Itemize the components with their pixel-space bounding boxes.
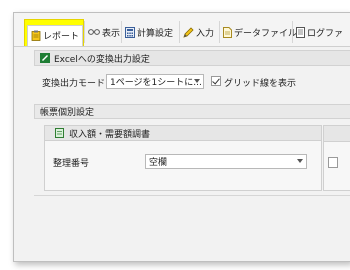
field-select-value: 空欄 [149,158,168,168]
mode-select-value: 1ページを1シートに... [110,78,202,88]
gridlines-checkbox[interactable] [211,76,221,86]
calculator-icon [125,26,135,38]
chevron-down-icon [297,159,303,163]
tab-data-file[interactable]: データファイル [219,21,300,43]
tab-label: 計算設定 [137,28,174,39]
form-icon [55,128,64,138]
field-label: 整理番号 [53,159,90,169]
gridlines-label: グリッド線を表示 [224,79,297,89]
glasses-icon [88,28,100,36]
log-icon [296,26,305,38]
field-select[interactable]: 空欄 [145,154,307,169]
excel-icon [40,53,50,63]
excel-section-header: Excelへの変換出力設定 [34,50,350,66]
tab-label: 表示 [102,28,121,39]
document-icon [223,26,232,38]
form-section-header: 帳票個別設定 [34,104,350,119]
subpanel-header: 収入額・需要額調書 [45,126,321,141]
form-section-title: 帳票個別設定 [40,108,95,118]
mode-label: 変換出力モード [42,79,106,89]
tab-label: データファイル [234,28,298,39]
tab-label: レポート [43,32,80,42]
tab-input[interactable]: 入力 [179,21,217,43]
mode-select[interactable]: 1ページを1シートに... [106,74,204,89]
clipboard-icon [31,30,41,41]
subpanel-title: 収入額・需要額調書 [69,129,151,140]
settings-window: レポート 表示 計算設定 入力 データファイル ログファ Excelへの変換出力… [13,12,350,262]
subpanel: 収入額・需要額調書 整理番号 空欄 [44,125,322,191]
excel-section-title: Excelへの変換出力設定 [54,54,150,65]
adjacent-subpanel [323,125,350,191]
tab-report[interactable]: レポート [24,19,84,46]
chevron-down-icon [194,79,200,83]
partial-control[interactable] [328,157,338,168]
tab-calc-settings[interactable]: 計算設定 [121,21,176,43]
tab-bar: レポート 表示 計算設定 入力 データファイル ログファ [14,13,350,47]
tab-label: 入力 [196,28,215,39]
divider [34,195,350,196]
pencil-icon [183,26,194,38]
tab-log-file[interactable]: ログファ [292,21,346,43]
tab-view[interactable]: 表示 [84,21,123,43]
tab-label: ログファ [307,28,344,39]
